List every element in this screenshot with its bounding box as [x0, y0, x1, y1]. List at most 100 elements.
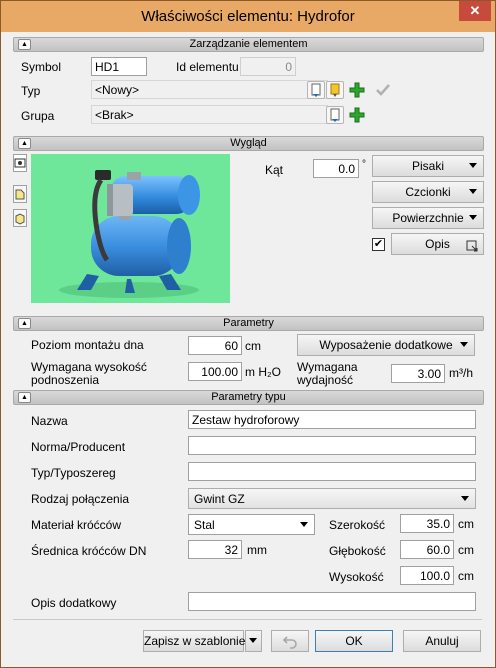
angle-unit: ° [362, 159, 366, 170]
section-title: Parametry [223, 317, 274, 329]
cancel-button[interactable]: Anuluj [403, 630, 481, 652]
section-header-management[interactable]: ▲ Zarządzanie elementem [13, 37, 484, 52]
collapse-icon[interactable]: ▲ [18, 138, 31, 149]
mount-level-input[interactable]: 60 [188, 336, 242, 355]
chevron-down-icon [300, 522, 308, 527]
chevron-down-icon [461, 496, 469, 501]
mount-level-label: Poziom montażu dna [31, 338, 144, 352]
fonts-button-label: Czcionki [405, 185, 451, 199]
connection-selected-value: Gwint GZ [194, 492, 245, 506]
save-template-button[interactable]: Zapisz w szablonie [143, 630, 246, 652]
confirm-type-icon [374, 81, 392, 99]
lift-height-label: Wymagana wysokość podnoszenia [31, 360, 147, 387]
undo-button [271, 630, 309, 652]
add-type-icon[interactable] [348, 81, 366, 99]
series-label: Typ/Typoszereg [31, 466, 116, 480]
pens-button-label: Pisaki [411, 159, 444, 173]
angle-input[interactable]: 0.0 [313, 159, 359, 178]
section-header-parameters[interactable]: ▲ Parametry [13, 316, 484, 331]
collapse-icon[interactable]: ▲ [18, 392, 31, 403]
pump-illustration [59, 170, 200, 298]
chevron-down-icon [249, 638, 257, 643]
surfaces-button-label: Powierzchnie [392, 211, 464, 225]
dropdown-arrow-icon [469, 163, 477, 168]
width-label: Szerokość [329, 518, 386, 532]
group-field[interactable]: <Brak> [91, 105, 328, 124]
section-header-type-params[interactable]: ▲ Parametry typu [13, 390, 484, 405]
type-label: Typ [21, 84, 41, 98]
symbol-label: Symbol [21, 60, 62, 74]
stub-material-select[interactable]: Stal [188, 514, 315, 535]
width-input[interactable]: 35.0 [400, 514, 454, 533]
width-unit: cm [458, 517, 474, 531]
surfaces-button[interactable]: Powierzchnie [372, 207, 484, 229]
type-folder-icon[interactable] [326, 81, 344, 99]
view-3d-tab-icon[interactable] [13, 154, 27, 172]
description-button[interactable]: Opis [391, 233, 484, 255]
series-input[interactable] [188, 462, 476, 481]
section-title: Zarządzanie elementem [189, 38, 308, 50]
connection-select[interactable]: Gwint GZ [188, 488, 476, 509]
height-input[interactable]: 100.0 [400, 566, 454, 585]
standard-input[interactable] [188, 436, 476, 455]
window-title: Właściwości elementu: Hydrofor [141, 8, 355, 25]
name-input[interactable]: Zestaw hydroforowy [188, 410, 476, 429]
name-label: Nazwa [31, 414, 68, 428]
standard-label: Norma/Producent [31, 440, 126, 454]
preview-image [31, 154, 230, 303]
close-button[interactable]: ✕ [459, 1, 491, 21]
id-label: Id elementu [176, 60, 239, 74]
undo-icon [282, 636, 297, 649]
capacity-label: Wymagana wydajność [297, 360, 358, 387]
save-template-label: Zapisz w szablonie [144, 634, 246, 648]
view-solid-tab-icon[interactable] [13, 209, 27, 227]
depth-label: Głębokość [329, 544, 386, 558]
extra-desc-input[interactable] [188, 592, 476, 611]
dropdown-arrow-icon [469, 189, 477, 194]
view-symbol-tab-icon[interactable] [13, 185, 27, 203]
collapse-icon[interactable]: ▲ [18, 318, 31, 329]
extra-desc-label: Opis dodatkowy [31, 596, 117, 610]
ok-button[interactable]: OK [315, 630, 393, 652]
description-button-label: Opis [425, 237, 450, 251]
dropdown-arrow-icon [460, 342, 468, 347]
dropdown-arrow-icon [469, 215, 477, 220]
capacity-unit: m³/h [449, 366, 473, 380]
capacity-input[interactable]: 3.00 [391, 364, 445, 383]
save-template-dropdown[interactable] [245, 630, 262, 652]
mount-level-unit: cm [245, 339, 261, 353]
lift-height-unit: m H₂O [245, 365, 281, 379]
section-title: Parametry typu [211, 391, 286, 403]
collapse-icon[interactable]: ▲ [18, 39, 31, 50]
depth-input[interactable]: 60.0 [400, 540, 454, 559]
connection-label: Rodzaj połączenia [31, 492, 130, 506]
dialog-window: Właściwości elementu: Hydrofor ✕ ▲ Zarzą… [0, 0, 496, 668]
extra-equipment-label: Wyposażenie dodatkowe [319, 338, 453, 352]
angle-label: Kąt [265, 163, 284, 177]
stub-diameter-label: Średnica króćców DN [31, 544, 147, 558]
open-editor-icon [466, 238, 478, 258]
section-header-appearance[interactable]: ▲ Wygląd [13, 136, 484, 151]
add-group-icon[interactable] [348, 106, 366, 124]
depth-unit: cm [458, 543, 474, 557]
dialog-body: ▲ Zarządzanie elementem Symbol HD1 Id el… [9, 32, 487, 659]
description-checkbox[interactable]: ✔ [372, 238, 385, 251]
type-field[interactable]: <Nowy> [91, 80, 328, 99]
id-field: 0 [240, 57, 296, 76]
height-unit: cm [458, 569, 474, 583]
footer-divider [13, 619, 482, 620]
stub-material-label: Materiał króćców [31, 518, 122, 532]
section-title: Wygląd [230, 137, 267, 149]
extra-equipment-button[interactable]: Wyposażenie dodatkowe [297, 334, 475, 356]
pens-button[interactable]: Pisaki [372, 155, 484, 177]
type-list-icon[interactable] [307, 81, 325, 99]
lift-height-input[interactable]: 100.00 [188, 362, 242, 381]
symbol-input[interactable]: HD1 [91, 57, 147, 76]
fonts-button[interactable]: Czcionki [372, 181, 484, 203]
stub-diameter-input[interactable]: 32 [188, 540, 242, 559]
cancel-label: Anuluj [425, 634, 459, 648]
height-label: Wysokość [329, 570, 384, 584]
title-bar[interactable]: Właściwości elementu: Hydrofor ✕ [1, 1, 495, 32]
group-list-icon[interactable] [326, 106, 344, 124]
stub-diameter-unit: mm [247, 543, 267, 557]
